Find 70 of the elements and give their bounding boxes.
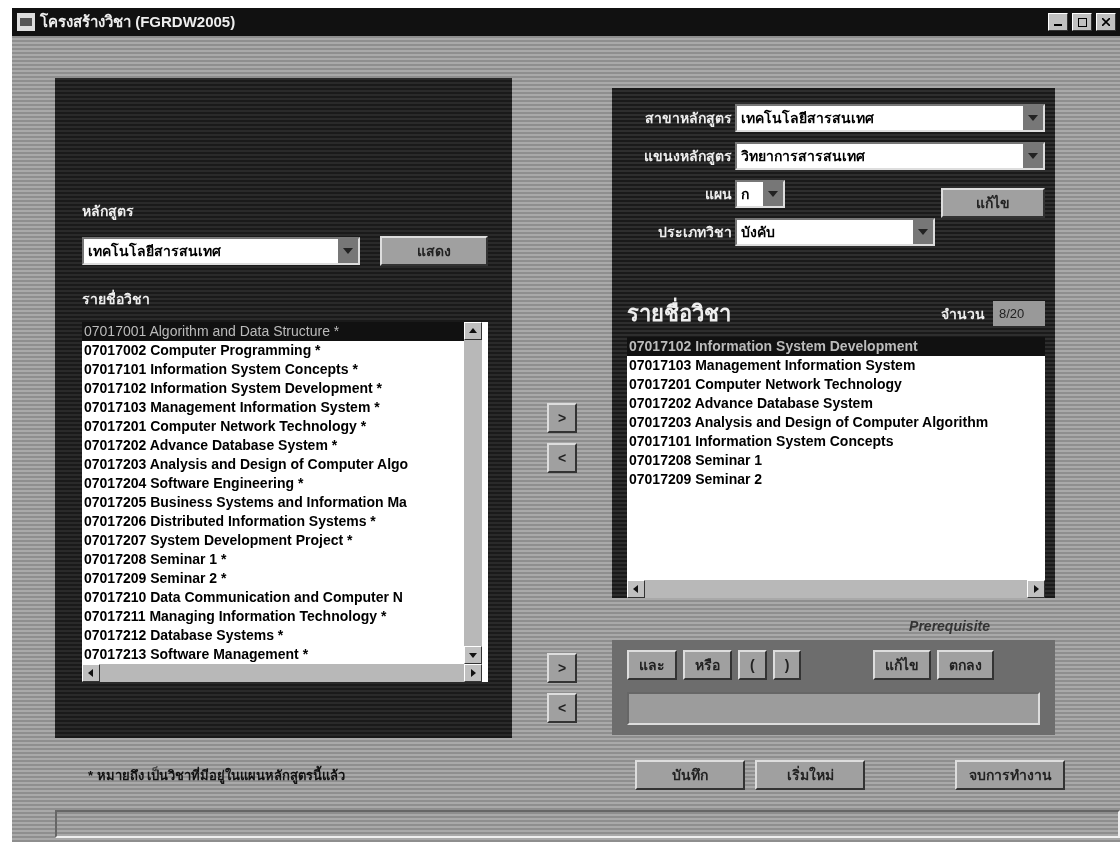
operator-button[interactable]: (: [738, 650, 767, 680]
count-value: 8/20: [993, 301, 1045, 326]
course-item[interactable]: 07017208 Seminar 1 *: [82, 550, 464, 569]
plan-dropdown[interactable]: ก: [735, 180, 785, 208]
curriculum-label: หลักสูตร: [82, 202, 135, 222]
dropdown-arrow-icon: [1028, 115, 1038, 121]
plan-dropdown[interactable]: เทคโนโลยีสารสนเทศ: [735, 104, 1045, 132]
course-item[interactable]: 07017202 Advance Database System: [627, 394, 1045, 413]
course-item[interactable]: 07017209 Seminar 2 *: [82, 569, 464, 588]
prerequisite-field[interactable]: [627, 692, 1040, 725]
course-item[interactable]: 07017212 Database Systems *: [82, 626, 464, 645]
operator-button[interactable]: และ: [627, 650, 677, 680]
plan-dropdown[interactable]: วิทยาการสารสนเทศ: [735, 142, 1045, 170]
operator-button[interactable]: ): [772, 650, 802, 680]
course-item[interactable]: 07017002 Computer Programming *: [82, 341, 464, 360]
move-button[interactable]: >: [547, 653, 577, 683]
course-item[interactable]: 07017102 Information System Development: [627, 337, 1045, 356]
course-item[interactable]: 07017207 System Development Project *: [82, 531, 464, 550]
course-item[interactable]: 07017101 Information System Concepts *: [82, 360, 464, 379]
prerequisite-button[interactable]: แก้ไข: [873, 650, 932, 680]
course-item[interactable]: 07017205 Business Systems and Information Ma: [82, 493, 464, 512]
course-item[interactable]: 07017103 Management Information System *: [82, 398, 464, 417]
field-label: แขนงหลักสูตร: [643, 147, 732, 167]
move-button[interactable]: <: [547, 443, 577, 473]
count-label: จำนวน: [941, 304, 985, 324]
field-label: สาขาหลักสูตร: [644, 109, 732, 129]
course-item[interactable]: 07017206 Distributed Information Systems *: [82, 512, 464, 531]
course-item[interactable]: 07017208 Seminar 1: [627, 451, 1045, 470]
action-button[interactable]: บันทึก: [635, 760, 745, 790]
edit-button[interactable]: แก้ไข: [941, 188, 1045, 218]
course-item[interactable]: 07017209 Seminar 2: [627, 470, 1045, 489]
move-button[interactable]: <: [547, 693, 577, 723]
app-icon: [16, 12, 36, 32]
footnote: * หมายถึง เป็นวิชาที่มีอยู่ในแผนหลักสูตรนี้แล้ว: [88, 764, 347, 786]
prerequisite-title: Prerequisite: [909, 618, 990, 634]
action-button[interactable]: เริ่มใหม่: [755, 760, 865, 790]
course-list-label: รายชื่อวิชา: [82, 288, 151, 309]
close-icon[interactable]: [1096, 13, 1116, 31]
course-item[interactable]: 07017201 Computer Network Technology: [627, 375, 1045, 394]
course-item[interactable]: 07017102 Information System Development *: [82, 379, 464, 398]
minimize-icon[interactable]: [1048, 13, 1068, 31]
selected-course-list[interactable]: [627, 337, 1045, 598]
action-button[interactable]: จบการทำงาน: [955, 760, 1065, 790]
course-item[interactable]: 07017213 Software Management *: [82, 645, 464, 664]
operator-button[interactable]: หรือ: [683, 650, 732, 680]
course-item[interactable]: 07017211 Managing Information Technology *: [82, 607, 464, 626]
dropdown-arrow-icon: [768, 191, 778, 197]
course-item[interactable]: 07017210 Data Communication and Computer N: [82, 588, 464, 607]
course-item[interactable]: 07017103 Management Information System: [627, 356, 1045, 375]
dropdown-arrow-icon: [918, 229, 928, 235]
course-list[interactable]: [82, 322, 488, 682]
course-item[interactable]: 07017204 Software Engineering *: [82, 474, 464, 493]
course-list-title: รายชื่อวิชา: [627, 296, 731, 331]
course-item[interactable]: 07017001 Algorithm and Data Structure *: [82, 322, 464, 341]
curriculum-dropdown[interactable]: เทคโนโลยีสารสนเทศ: [82, 237, 360, 265]
dropdown-arrow-icon: [343, 248, 353, 254]
course-item[interactable]: 07017203 Analysis and Design of Computer Algo: [82, 455, 464, 474]
move-button[interactable]: >: [547, 403, 577, 433]
field-label: แผน: [704, 185, 732, 204]
plan-dropdown[interactable]: บังคับ: [735, 218, 935, 246]
prerequisite-button[interactable]: ตกลง: [937, 650, 995, 680]
course-item[interactable]: 07017101 Information System Concepts: [627, 432, 1045, 451]
show-button[interactable]: แสดง: [380, 236, 488, 266]
maximize-icon[interactable]: [1072, 13, 1092, 31]
window-title: โครงสร้างวิชา (FGRDW2005): [40, 12, 236, 32]
field-label: ประเภทวิชา: [657, 223, 732, 242]
dropdown-arrow-icon: [1028, 153, 1038, 159]
course-item[interactable]: 07017201 Computer Network Technology *: [82, 417, 464, 436]
course-item[interactable]: 07017202 Advance Database System *: [82, 436, 464, 455]
course-item[interactable]: 07017203 Analysis and Design of Computer Algorithm: [627, 413, 1045, 432]
